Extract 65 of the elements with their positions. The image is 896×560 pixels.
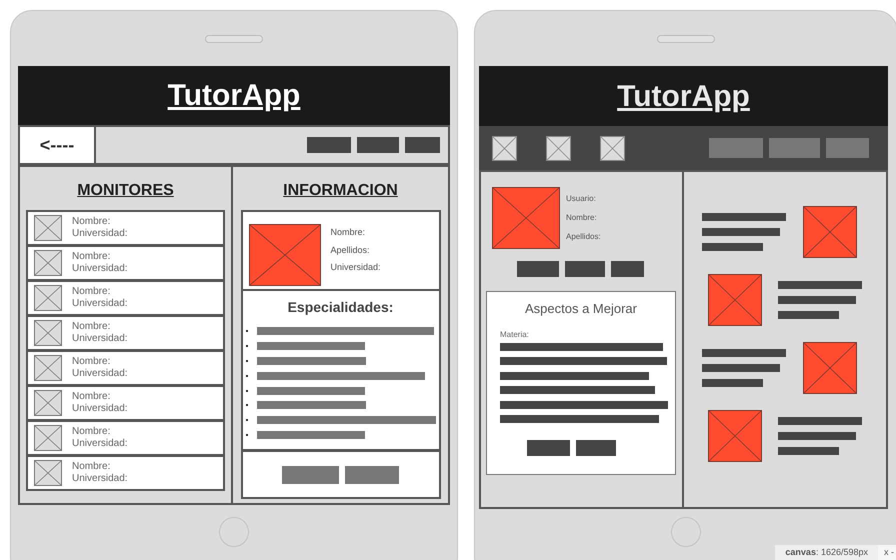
image-placeholder-icon <box>34 250 62 276</box>
name-label: Nombre: <box>72 321 112 333</box>
image-placeholder-icon <box>34 320 62 346</box>
home-button[interactable] <box>671 517 701 547</box>
field-label: Nombre: <box>330 226 366 239</box>
close-label: x - <box>878 544 896 560</box>
app-title: TutorApp <box>617 78 750 114</box>
monitor-list-item[interactable]: Nombre: Universidad: <box>26 455 225 491</box>
field-label: Apellidos: <box>330 244 371 257</box>
card-title: Aspectos a Mejorar <box>525 300 637 318</box>
image-placeholder <box>708 274 762 326</box>
name-label: Nombre: <box>72 426 112 438</box>
card-title: Especialidades: <box>288 298 394 317</box>
name-label: Nombre: <box>72 391 112 403</box>
image-placeholder-icon <box>34 355 62 381</box>
monitor-list-item[interactable]: Nombre: Universidad: <box>26 385 225 421</box>
university-label: Universidad: <box>72 298 128 310</box>
image-placeholder <box>803 206 857 258</box>
image-placeholder-icon <box>34 460 62 486</box>
field-label: Universidad: <box>330 261 381 274</box>
back-button[interactable]: <---- <box>20 127 96 163</box>
field-label: Usuario: <box>566 193 597 205</box>
image-placeholder-icon <box>34 285 62 311</box>
placeholder-button[interactable] <box>526 440 570 456</box>
monitor-list-item[interactable]: Nombre: Universidad: <box>26 245 225 281</box>
monitor-list-item[interactable]: Nombre: Universidad: <box>26 420 225 456</box>
image-placeholder <box>708 410 762 462</box>
university-label: Universidad: <box>72 333 128 345</box>
image-placeholder <box>492 187 560 249</box>
speaker-slot <box>205 35 263 43</box>
image-placeholder-icon[interactable] <box>492 136 517 160</box>
image-placeholder <box>248 224 320 286</box>
university-label: Universidad: <box>72 438 128 450</box>
field-label: Nombre: <box>566 212 598 224</box>
image-placeholder-icon <box>34 390 62 416</box>
university-label: Universidad: <box>72 228 128 240</box>
monitor-list-item[interactable]: Nombre: Universidad: <box>26 350 225 386</box>
app-title: TutorApp <box>168 78 300 114</box>
field-label: Apellidos: <box>566 231 601 243</box>
home-button[interactable] <box>219 517 249 547</box>
canvas-size-label: canvas: 1626/598px <box>775 544 878 560</box>
image-placeholder <box>803 342 857 394</box>
placeholder-button[interactable] <box>576 440 616 456</box>
image-placeholder-icon[interactable] <box>546 136 571 160</box>
panel-title: INFORMACION <box>283 181 398 201</box>
speaker-slot <box>657 35 715 43</box>
image-placeholder-icon <box>34 425 62 451</box>
monitor-list-item[interactable]: Nombre: Universidad: <box>26 280 225 316</box>
name-label: Nombre: <box>72 286 112 298</box>
image-placeholder-icon[interactable] <box>600 136 625 160</box>
image-placeholder-icon <box>34 215 62 241</box>
university-label: Universidad: <box>72 263 128 275</box>
name-label: Nombre: <box>72 251 112 263</box>
placeholder-button[interactable] <box>345 466 399 484</box>
monitor-list-item[interactable]: Nombre: Universidad: <box>26 315 225 351</box>
panel-title: MONITORES <box>77 181 174 201</box>
name-label: Nombre: <box>72 356 112 368</box>
university-label: Universidad: <box>72 473 128 485</box>
placeholder-button[interactable] <box>282 466 339 484</box>
university-label: Universidad: <box>72 403 128 415</box>
field-label: Materia: <box>500 328 530 340</box>
university-label: Universidad: <box>72 368 128 380</box>
name-label: Nombre: <box>72 461 112 473</box>
name-label: Nombre: <box>72 216 112 228</box>
monitor-list-item[interactable]: Nombre: Universidad: <box>26 210 225 246</box>
